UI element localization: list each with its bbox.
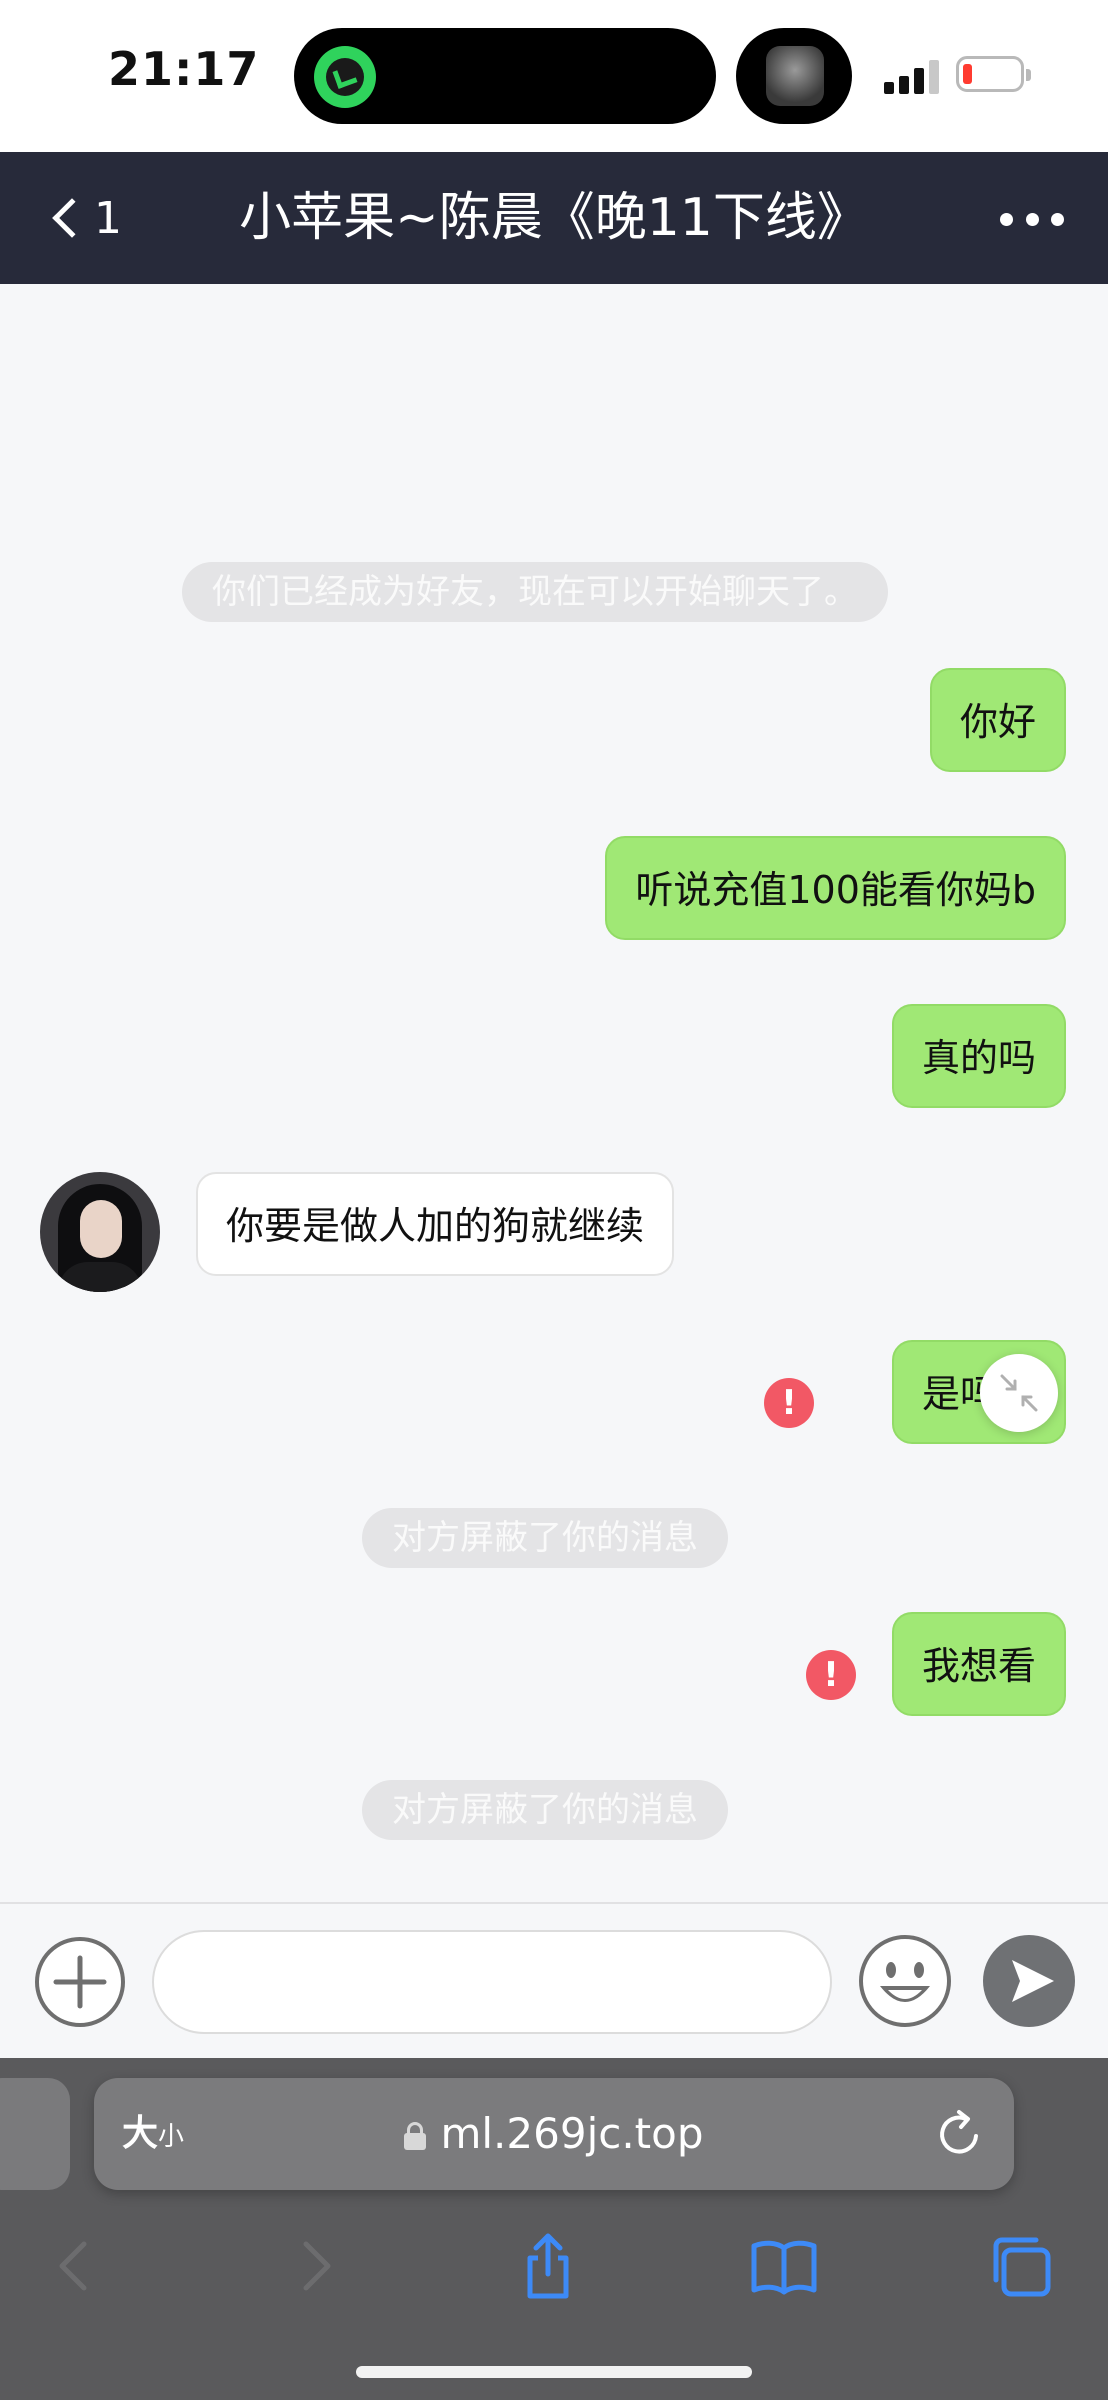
chat-title: 小苹果~陈晨《晚11下线》 (239, 188, 869, 248)
outgoing-message[interactable]: 我想看 (891, 1612, 1066, 1716)
safari-back-button[interactable] (38, 2230, 110, 2302)
status-time: 21:17 (108, 42, 260, 96)
emoji-button[interactable] (858, 1934, 952, 2028)
chat-header: 1 小苹果~陈晨《晚11下线》 (0, 152, 1108, 284)
url-display[interactable]: ml.269jc.top (94, 2106, 1014, 2162)
url-text: ml.269jc.top (440, 2109, 704, 2158)
media-thumbnail (766, 46, 824, 106)
cellular-signal-icon (884, 60, 940, 94)
live-activity-app-icon (314, 46, 376, 108)
back-chevron-icon (52, 198, 92, 238)
system-message: 对方屏蔽了你的消息 (362, 1780, 728, 1840)
bookmarks-button[interactable] (748, 2230, 820, 2302)
dynamic-island (294, 28, 716, 124)
composer (0, 1902, 1108, 2058)
message-list[interactable]: 你们已经成为好友，现在可以开始聊天了。 你好 听说充值100能看你妈b 真的吗 … (0, 284, 1108, 1902)
collapse-icon (1000, 1374, 1038, 1412)
tabs-button[interactable] (984, 2230, 1056, 2302)
share-icon (527, 2233, 569, 2299)
safari-forward-icon (303, 2241, 331, 2291)
reload-icon (940, 2110, 978, 2154)
emoji-icon (859, 1935, 951, 2027)
system-message: 对方屏蔽了你的消息 (362, 1508, 728, 1568)
battery-icon (956, 56, 1031, 92)
outgoing-message[interactable]: 真的吗 (891, 1004, 1066, 1108)
safari-back-icon (59, 2241, 87, 2291)
contact-avatar[interactable] (40, 1172, 160, 1292)
system-message: 你们已经成为好友，现在可以开始聊天了。 (182, 562, 888, 622)
status-bar: 21:17 (0, 0, 1108, 152)
send-failed-icon[interactable]: ! (764, 1378, 814, 1428)
safari-forward-button[interactable] (280, 2230, 352, 2302)
address-bar[interactable]: 大小 ml.269jc.top (94, 2078, 1014, 2190)
share-button[interactable] (512, 2230, 584, 2302)
previous-tab-preview[interactable] (0, 2078, 70, 2190)
dynamic-island-media (736, 28, 852, 124)
browser-toolbar: 大小 ml.269jc.top (0, 2058, 1108, 2400)
plus-button[interactable] (34, 1936, 126, 2028)
home-indicator[interactable] (356, 2366, 752, 2378)
send-failed-icon[interactable]: ! (806, 1650, 856, 1700)
outgoing-message[interactable]: 听说充值100能看你妈b (605, 836, 1066, 940)
unread-count: 1 (94, 192, 122, 244)
send-button[interactable] (982, 1934, 1076, 2028)
collapse-button[interactable] (980, 1354, 1058, 1432)
outgoing-message[interactable]: 你好 (929, 668, 1066, 772)
bookmarks-icon (751, 2240, 817, 2295)
incoming-message[interactable]: 你要是做人加的狗就继续 (196, 1172, 675, 1276)
tabs-icon (993, 2237, 1051, 2297)
more-dots-icon[interactable] (1000, 204, 1064, 234)
lock-icon (404, 2122, 427, 2150)
reload-button[interactable] (932, 2106, 988, 2162)
message-input[interactable] (152, 1930, 832, 2034)
plus-icon (35, 1937, 125, 2027)
send-icon (983, 1935, 1075, 2027)
back-button[interactable]: 1 (44, 182, 134, 254)
